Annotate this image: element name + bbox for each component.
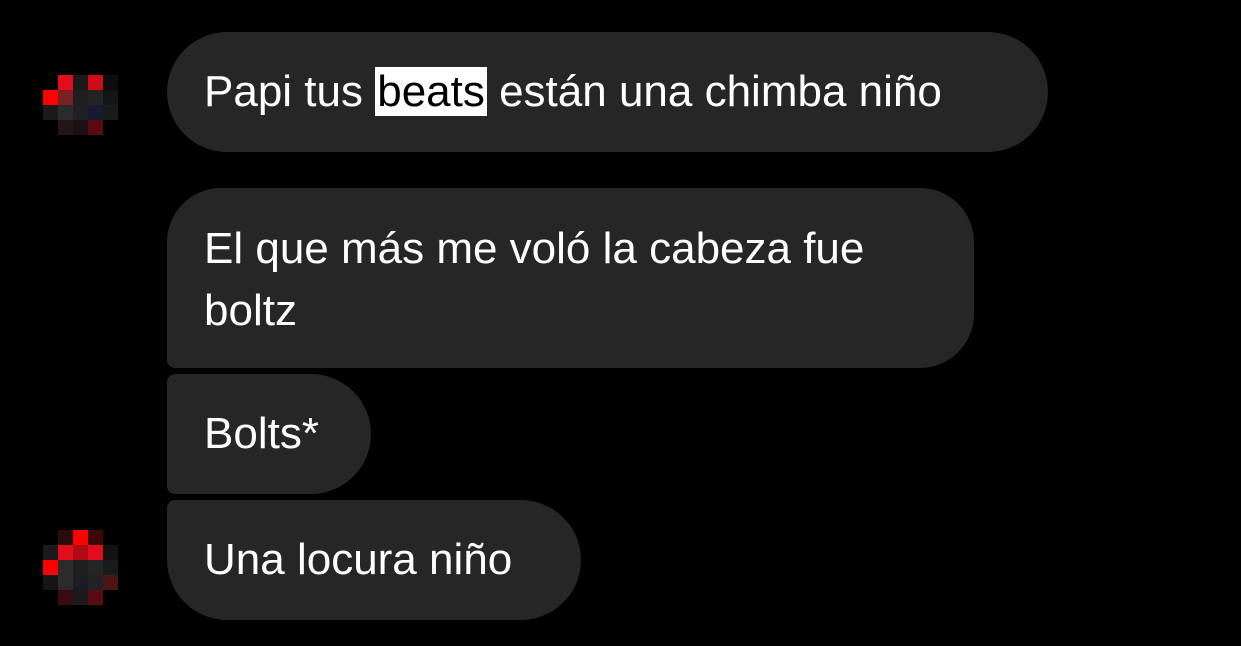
avatar[interactable] bbox=[43, 530, 133, 620]
message-text: Una locura niño bbox=[204, 535, 513, 584]
pixelated-avatar-icon bbox=[43, 75, 118, 135]
message-text-line: El que más me voló la cabeza fue bbox=[204, 224, 865, 273]
message-text-part: Papi tus bbox=[204, 67, 376, 116]
message-text-part: están una chimba niño bbox=[486, 67, 942, 116]
highlighted-word[interactable]: beats bbox=[375, 67, 487, 116]
message-bubble[interactable]: Bolts* bbox=[167, 374, 371, 494]
avatar[interactable] bbox=[43, 75, 133, 165]
message-text: Bolts* bbox=[204, 409, 319, 458]
message-bubble[interactable]: Papi tus beats están una chimba niño bbox=[167, 32, 1048, 152]
chat-thread: Papi tus beats están una chimba niño El … bbox=[0, 0, 1241, 646]
message-bubble[interactable]: Una locura niño bbox=[167, 500, 581, 620]
pixelated-avatar-icon bbox=[43, 530, 118, 605]
message-bubble[interactable]: El que más me voló la cabeza fue boltz bbox=[167, 188, 974, 368]
message-text-line: boltz bbox=[204, 286, 297, 335]
